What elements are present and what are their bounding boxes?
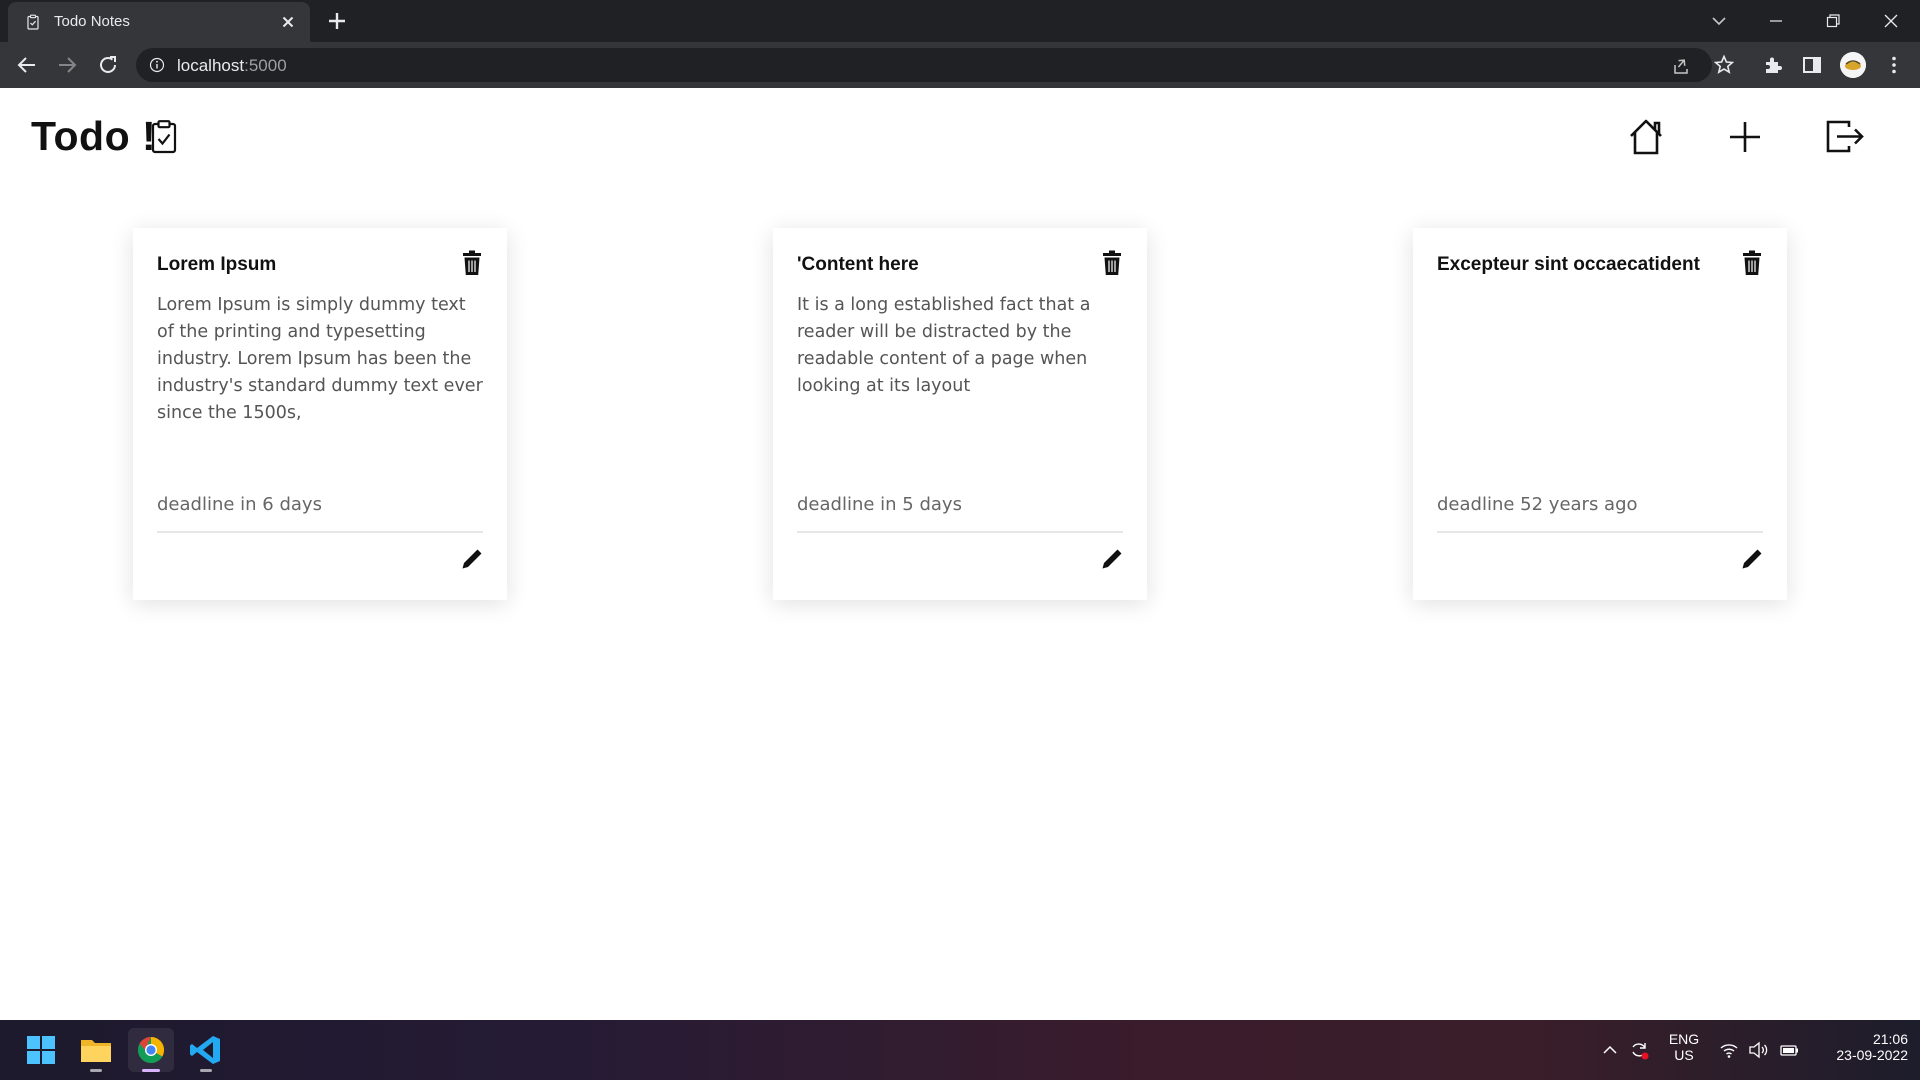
windows-logo-icon <box>27 1036 55 1064</box>
vscode-icon <box>190 1036 220 1064</box>
home-icon[interactable] <box>1625 116 1667 158</box>
bookmark-star-icon[interactable] <box>1712 53 1736 77</box>
card-divider <box>1437 531 1763 533</box>
browser-tab-strip: Todo Notes <box>0 0 1920 42</box>
trash-icon[interactable] <box>461 250 483 276</box>
new-tab-icon[interactable] <box>326 10 348 32</box>
note-title: 'Content here <box>797 254 919 275</box>
running-indicator <box>90 1069 102 1072</box>
battery-icon[interactable] <box>1778 1039 1800 1061</box>
reload-icon[interactable] <box>96 53 120 77</box>
running-indicator <box>142 1069 160 1072</box>
restore-icon[interactable] <box>1820 8 1846 34</box>
clock[interactable]: 21:06 23-09-2022 <box>1812 1031 1908 1063</box>
language-code: ENG <box>1668 1031 1700 1047</box>
clock-date: 23-09-2022 <box>1836 1047 1908 1063</box>
share-icon[interactable] <box>1671 56 1691 76</box>
pencil-icon[interactable] <box>461 548 483 570</box>
note-card: Excepteur sint occaecatident deadline 52… <box>1413 228 1787 600</box>
note-body: It is a long established fact that a rea… <box>797 295 1091 396</box>
app-brand[interactable]: Todo ! <box>31 113 156 160</box>
running-indicator <box>200 1069 212 1072</box>
chrome-menu-icon[interactable] <box>1882 53 1906 77</box>
wifi-icon[interactable] <box>1718 1039 1740 1061</box>
close-window-icon[interactable] <box>1878 8 1904 34</box>
tab-title: Todo Notes <box>54 13 130 30</box>
keyboard-layout: US <box>1674 1047 1694 1063</box>
pencil-icon[interactable] <box>1741 548 1763 570</box>
chrome-icon <box>137 1036 165 1064</box>
card-divider <box>797 531 1123 533</box>
browser-toolbar: localhost:5000 <box>0 42 1920 88</box>
note-title: Excepteur sint occaecatident <box>1437 254 1700 275</box>
chrome-taskbar-button[interactable] <box>128 1028 174 1072</box>
note-body: Lorem Ipsum is simply dummy text of the … <box>157 295 483 423</box>
note-title: Lorem Ipsum <box>157 254 277 275</box>
tab-search-icon[interactable] <box>1706 8 1732 34</box>
clipboard-check-icon <box>151 120 177 154</box>
language-indicator[interactable]: ENG US <box>1664 1031 1704 1063</box>
close-tab-icon[interactable] <box>278 12 298 32</box>
trash-icon[interactable] <box>1101 250 1123 276</box>
profile-avatar[interactable] <box>1840 52 1866 78</box>
note-card: Lorem Ipsum Lorem Ipsum is simply dummy … <box>133 228 507 600</box>
clock-time: 21:06 <box>1872 1031 1908 1047</box>
note-card: 'Content here It is a long established f… <box>773 228 1147 600</box>
avatar-image-icon <box>1840 52 1866 78</box>
volume-icon[interactable] <box>1747 1039 1769 1061</box>
pencil-icon[interactable] <box>1101 548 1123 570</box>
site-info-icon[interactable] <box>149 57 165 73</box>
start-button[interactable] <box>18 1028 64 1072</box>
side-panel-icon[interactable] <box>1800 53 1824 77</box>
browser-tab[interactable]: Todo Notes <box>8 2 310 42</box>
folder-icon <box>81 1040 111 1062</box>
extensions-icon[interactable] <box>1761 53 1785 77</box>
page-content: Todo ! Lorem Ipsum Lorem Ipsum is simply… <box>0 88 1920 1020</box>
address-bar[interactable]: localhost:5000 <box>136 48 1712 82</box>
url-port: :5000 <box>244 56 287 75</box>
plus-icon[interactable] <box>1724 116 1766 158</box>
logout-icon[interactable] <box>1824 116 1866 158</box>
chevron-up-icon[interactable] <box>1599 1039 1621 1061</box>
taskbar: ENG US 21:06 23-09-2022 <box>0 1020 1920 1080</box>
note-deadline: deadline 52 years ago <box>1437 494 1638 515</box>
file-explorer-button[interactable] <box>73 1028 119 1072</box>
note-deadline: deadline in 6 days <box>157 494 322 515</box>
forward-icon[interactable] <box>55 53 79 77</box>
trash-icon[interactable] <box>1741 250 1763 276</box>
url-text: localhost:5000 <box>177 56 287 76</box>
clipboard-check-icon <box>27 14 39 30</box>
minimize-icon[interactable] <box>1763 8 1789 34</box>
card-divider <box>157 531 483 533</box>
back-icon[interactable] <box>15 53 39 77</box>
vscode-taskbar-button[interactable] <box>183 1028 229 1072</box>
note-deadline: deadline in 5 days <box>797 494 962 515</box>
sync-icon[interactable] <box>1628 1039 1650 1061</box>
url-host: localhost <box>177 56 245 75</box>
